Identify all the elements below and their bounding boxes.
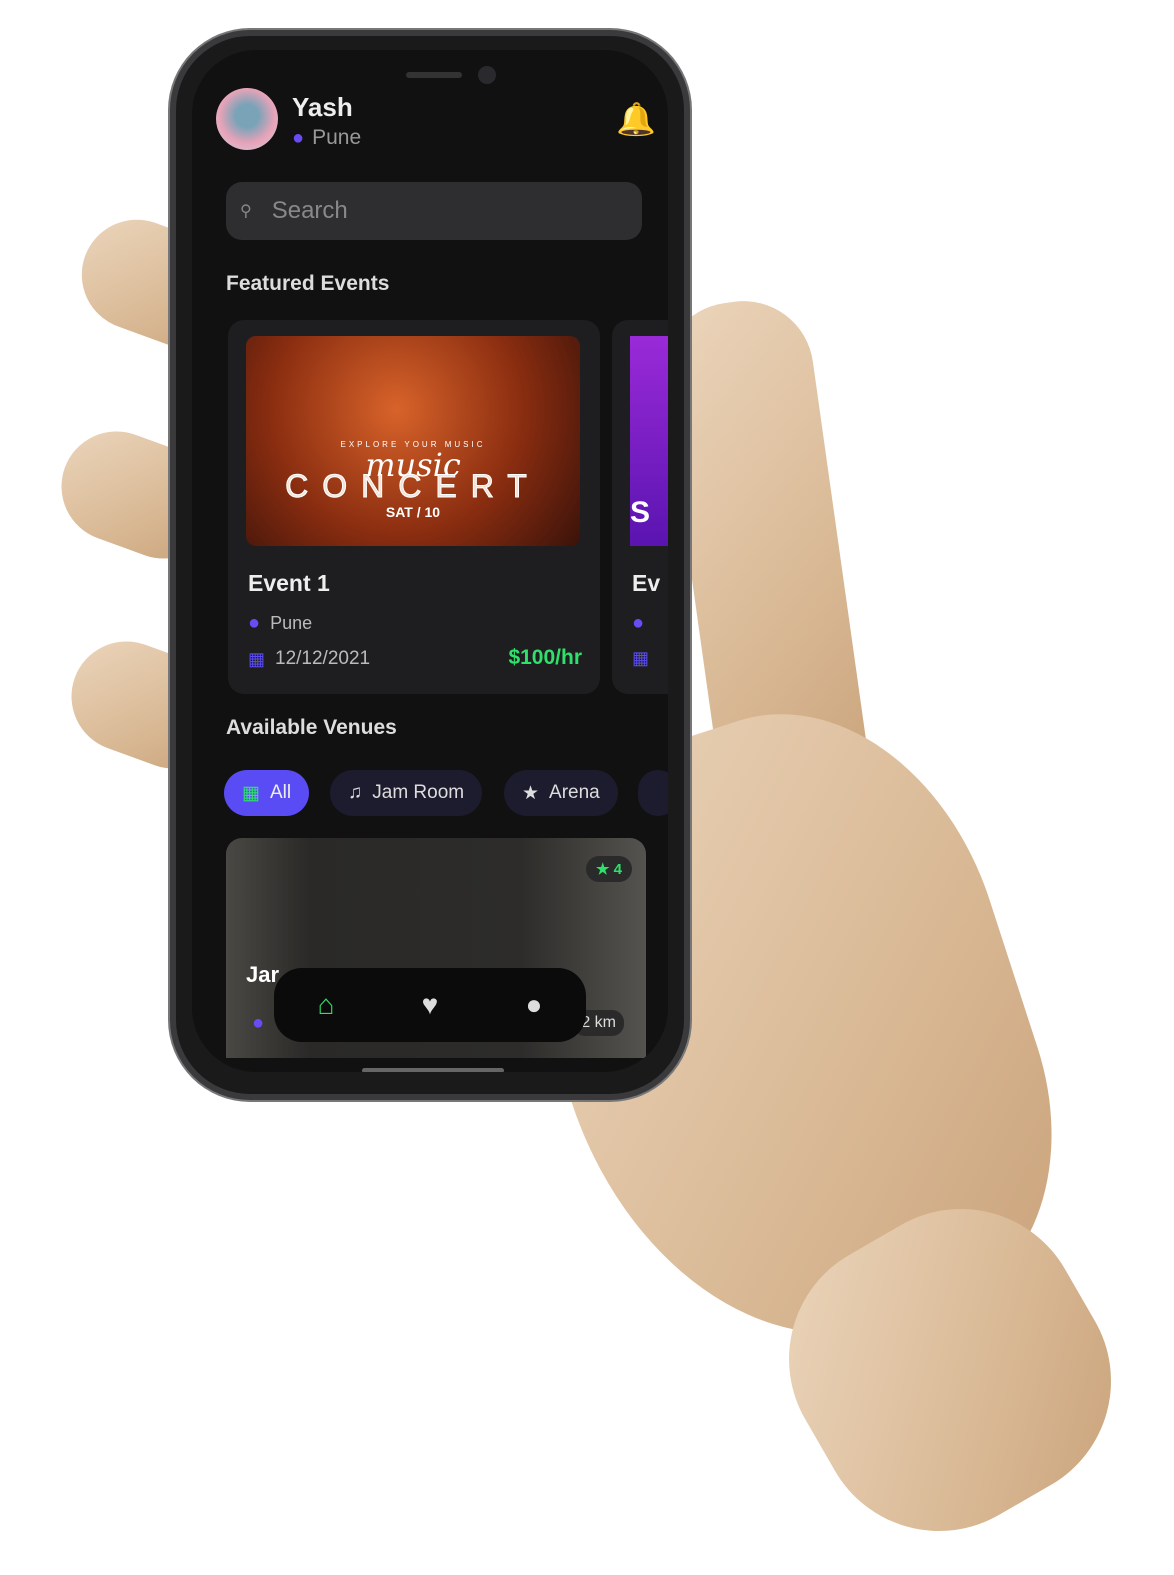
event-card[interactable]: S Ev ● ▦	[612, 320, 668, 694]
heart-icon[interactable]: ♥	[422, 989, 439, 1021]
star-icon: ★	[522, 782, 540, 804]
event-date-text: 12/12/2021	[275, 648, 371, 669]
event-card[interactable]: EXPLORE YOUR MUSIC music CONCERT SAT / 1…	[228, 320, 600, 694]
event-poster: EXPLORE YOUR MUSIC music CONCERT SAT / 1…	[246, 336, 580, 546]
event-price: $100/hr	[508, 646, 582, 669]
filter-jam-room[interactable]: ♫ Jam Room	[330, 770, 483, 816]
section-title-featured: Featured Events	[226, 272, 390, 295]
filter-all[interactable]: ▦ All	[224, 770, 310, 816]
filter-more[interactable]	[638, 770, 668, 816]
bottom-nav: ⌂ ♥ ●	[274, 968, 586, 1042]
section-title-venues: Available Venues	[226, 716, 397, 739]
camera	[478, 66, 496, 84]
user-location: ● Pune	[292, 126, 361, 150]
venue-name: Jar	[246, 962, 280, 987]
location-pin-icon: ●	[252, 1012, 265, 1034]
poster-headline: CONCERT	[285, 468, 541, 505]
location-pin-icon: ●	[292, 126, 305, 149]
location-pin-icon: ●	[632, 612, 645, 634]
location-pin-icon: ●	[248, 612, 261, 634]
filter-arena[interactable]: ★ Arena	[504, 770, 618, 816]
home-indicator	[362, 1068, 504, 1072]
profile-icon[interactable]: ●	[525, 989, 542, 1021]
rating-value: 4	[613, 861, 622, 878]
grid-icon: ▦	[242, 782, 260, 804]
app-screen: Yash ● Pune 🔔 ⚲ Search Featured Events EXP…	[192, 50, 668, 1072]
home-icon[interactable]: ⌂	[318, 989, 335, 1021]
calendar-icon: ▦	[248, 648, 266, 669]
avatar[interactable]	[216, 88, 278, 150]
event-title: Event 1	[248, 570, 330, 596]
event-title: Ev	[632, 570, 661, 596]
bell-icon[interactable]: 🔔	[616, 100, 656, 138]
search-input[interactable]: ⚲ Search	[226, 182, 642, 240]
event-poster: S	[630, 336, 668, 546]
filter-label: Arena	[549, 782, 600, 803]
filter-label: Jam Room	[372, 782, 465, 803]
calendar-icon: ▦	[632, 648, 650, 668]
user-name: Yash	[292, 92, 353, 122]
location-text: Pune	[312, 126, 362, 149]
venue-rating: ★ 4	[586, 856, 632, 882]
poster-letter: S	[630, 496, 651, 529]
speaker	[406, 72, 462, 78]
poster-date: SAT / 10	[385, 504, 441, 520]
event-date: ▦ 12/12/2021	[248, 648, 370, 670]
event-location-text: Pune	[270, 613, 313, 633]
search-icon: ⚲	[240, 203, 252, 220]
search-placeholder: Search	[271, 197, 348, 224]
music-note-icon: ♫	[348, 782, 363, 803]
phone-frame: Yash ● Pune 🔔 ⚲ Search Featured Events EXP…	[170, 30, 690, 1100]
filter-label: All	[269, 782, 292, 803]
event-location: ● Pune	[248, 612, 312, 635]
